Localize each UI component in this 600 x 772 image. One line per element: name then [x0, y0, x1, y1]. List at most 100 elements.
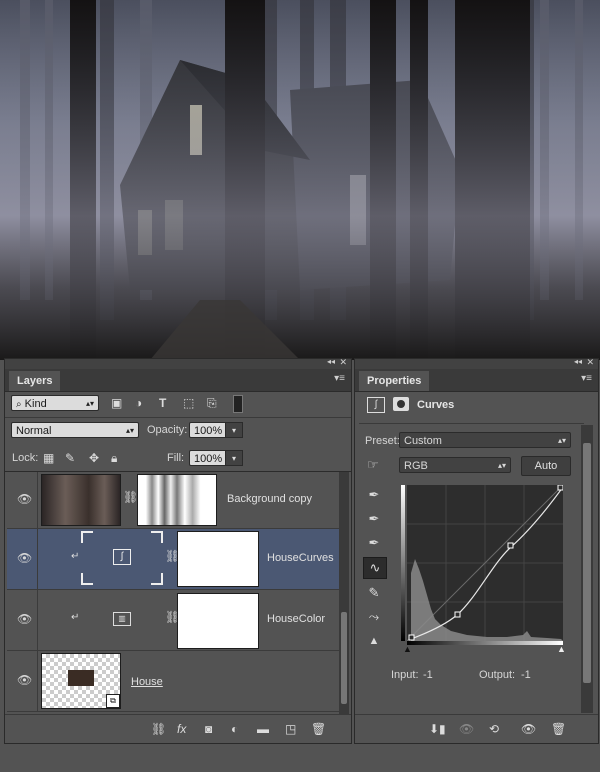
- adjustment-filter-icon[interactable]: ◑: [135, 396, 142, 410]
- selection-corner: [81, 531, 93, 543]
- divider: [5, 417, 351, 418]
- layer-row-housecolor[interactable]: 👁︎ ↵ ▥ ⛓︎ HouseColor: [7, 590, 339, 651]
- properties-panel: ◂◂ ✕ Properties ▾≡ ∫ Curves Preset: Cust…: [354, 357, 599, 744]
- layer-mask-thumbnail[interactable]: [177, 593, 259, 649]
- haunted-forest-image: [0, 0, 600, 360]
- new-adjustment-icon[interactable]: ◐: [231, 722, 238, 736]
- link-layers-icon[interactable]: ⛓︎: [151, 722, 166, 736]
- view-previous-icon[interactable]: 👁︎: [459, 722, 474, 736]
- layers-tab-bar: Layers ▾≡: [5, 369, 351, 392]
- layer-name[interactable]: HouseColor: [267, 613, 325, 625]
- visibility-eye-icon[interactable]: 👁︎: [17, 551, 32, 565]
- visibility-eye-icon[interactable]: 👁︎: [17, 492, 32, 506]
- selection-corner: [151, 531, 163, 543]
- clip-to-layer-icon[interactable]: ⬇▮: [429, 722, 446, 736]
- input-label: Input:: [391, 669, 419, 681]
- filter-kind-select[interactable]: ⌕ Kind ▴▾: [11, 395, 99, 411]
- adjustment-title: Curves: [417, 399, 455, 411]
- divider: [37, 529, 38, 589]
- layers-scrollbar[interactable]: [339, 472, 349, 716]
- divider: [37, 651, 38, 711]
- layer-name[interactable]: HouseCurves: [267, 552, 334, 564]
- auto-button[interactable]: Auto: [521, 456, 571, 476]
- layers-bottom-toolbar: ⛓︎ fx ◙ ◐ ▬ ◳ 🗑︎: [5, 714, 351, 743]
- blend-mode-value: Normal: [16, 425, 52, 437]
- black-slider-icon[interactable]: ▲: [403, 644, 412, 654]
- curve-svg: [406, 484, 564, 642]
- scrollbar-thumb[interactable]: [341, 612, 347, 704]
- tab-properties[interactable]: Properties: [359, 371, 430, 391]
- lock-image-icon[interactable]: ✎: [65, 451, 75, 465]
- preset-label: Preset:: [365, 435, 400, 447]
- new-group-icon[interactable]: ▬: [257, 722, 269, 736]
- visibility-eye-icon[interactable]: 👁︎: [17, 612, 32, 626]
- lock-all-icon[interactable]: 🔒︎: [111, 451, 117, 465]
- layer-row-housecurves[interactable]: 👁︎ ↵ ∫ ⛓︎ HouseCurves: [7, 529, 339, 590]
- layer-mask-thumbnail[interactable]: [137, 474, 217, 526]
- house-thumbnail-shape: [68, 670, 94, 686]
- collapse-icon[interactable]: ◂◂: [574, 357, 582, 366]
- fill-value: 100%: [194, 453, 223, 465]
- fx-icon[interactable]: fx: [177, 722, 186, 736]
- channel-value: RGB: [404, 460, 428, 472]
- gray-point-eyedropper-icon[interactable]: ✒: [363, 509, 385, 529]
- collapse-icon[interactable]: ◂◂: [327, 357, 335, 366]
- layers-panel: ◂◂ ✕ Layers ▾≡ ⌕ Kind ▴▾ ▣ ◑ T ⬚ ⎘ Norma…: [4, 357, 352, 744]
- reset-icon[interactable]: ⟲: [489, 722, 499, 736]
- blend-mode-select[interactable]: Normal ▴▾: [11, 422, 139, 438]
- image-filter-icon[interactable]: ▣: [111, 396, 122, 410]
- targeted-adjustment-icon[interactable]: ☞: [367, 457, 379, 473]
- layer-row-house[interactable]: 👁︎ ⧉ House: [7, 651, 339, 712]
- clipping-arrow-icon: ↵: [71, 612, 80, 623]
- layer-thumbnail: ⧉: [41, 653, 121, 709]
- close-icon[interactable]: ✕: [339, 357, 347, 368]
- type-filter-icon[interactable]: T: [159, 396, 166, 410]
- adjustment-thumbnail[interactable]: ∫: [81, 531, 163, 585]
- canvas-image: [0, 0, 600, 360]
- curve-point: [454, 611, 461, 618]
- layer-name[interactable]: Background copy: [227, 493, 312, 505]
- clipping-warning-icon[interactable]: ▲: [363, 631, 385, 651]
- scrollbar-thumb[interactable]: [583, 443, 591, 683]
- smooth-curve-icon[interactable]: ⤳: [363, 607, 385, 627]
- properties-scrollbar[interactable]: [581, 425, 593, 713]
- lock-position-icon[interactable]: ✥: [89, 451, 99, 465]
- channel-select[interactable]: RGB ▴▾: [399, 457, 511, 473]
- curve-point-tool-icon[interactable]: ∿: [363, 557, 387, 579]
- white-slider-icon[interactable]: ▲: [557, 644, 566, 654]
- white-point-eyedropper-icon[interactable]: ✒: [363, 533, 385, 553]
- fill-slider-button[interactable]: ▾: [225, 450, 243, 466]
- preset-select[interactable]: Custom ▴▾: [399, 432, 571, 448]
- panel-menu-icon[interactable]: ▾≡: [334, 373, 345, 384]
- color-balance-icon: ▥: [113, 612, 131, 626]
- smart-object-filter-icon[interactable]: ⎘: [207, 396, 217, 410]
- curve-point: [408, 634, 415, 641]
- delete-adjustment-icon[interactable]: 🗑︎: [551, 722, 566, 736]
- add-mask-icon[interactable]: ◙: [205, 722, 212, 736]
- new-layer-icon[interactable]: ◳: [285, 722, 296, 736]
- preset-value: Custom: [404, 435, 442, 447]
- lock-transparent-icon[interactable]: ▦: [43, 451, 54, 465]
- opacity-slider-button[interactable]: ▾: [225, 422, 243, 438]
- mask-link-icon[interactable]: ⛓︎: [123, 490, 138, 504]
- visibility-eye-icon[interactable]: 👁︎: [17, 673, 32, 687]
- pencil-tool-icon[interactable]: ✎: [363, 583, 385, 603]
- shape-filter-icon[interactable]: ⬚: [183, 396, 194, 410]
- close-icon[interactable]: ✕: [586, 357, 594, 368]
- layer-mask-thumbnail[interactable]: [177, 531, 259, 587]
- delete-icon[interactable]: 🗑︎: [311, 722, 326, 736]
- panel-menu-icon[interactable]: ▾≡: [581, 373, 592, 384]
- output-value[interactable]: -1: [521, 669, 531, 681]
- black-point-eyedropper-icon[interactable]: ✒: [363, 485, 385, 505]
- stepper-icon: ▴▾: [497, 461, 506, 470]
- search-icon: ⌕: [16, 399, 22, 410]
- layer-row-background-copy[interactable]: 👁︎ ⛓︎ Background copy: [7, 472, 339, 529]
- selection-corner: [81, 573, 93, 585]
- curves-graph[interactable]: [406, 484, 564, 642]
- layer-name[interactable]: House: [131, 676, 163, 688]
- mask-icon[interactable]: [393, 397, 409, 411]
- tab-layers[interactable]: Layers: [9, 371, 61, 391]
- input-value[interactable]: -1: [423, 669, 433, 681]
- filter-toggle[interactable]: [233, 395, 243, 413]
- toggle-visibility-icon[interactable]: 👁︎: [521, 722, 536, 736]
